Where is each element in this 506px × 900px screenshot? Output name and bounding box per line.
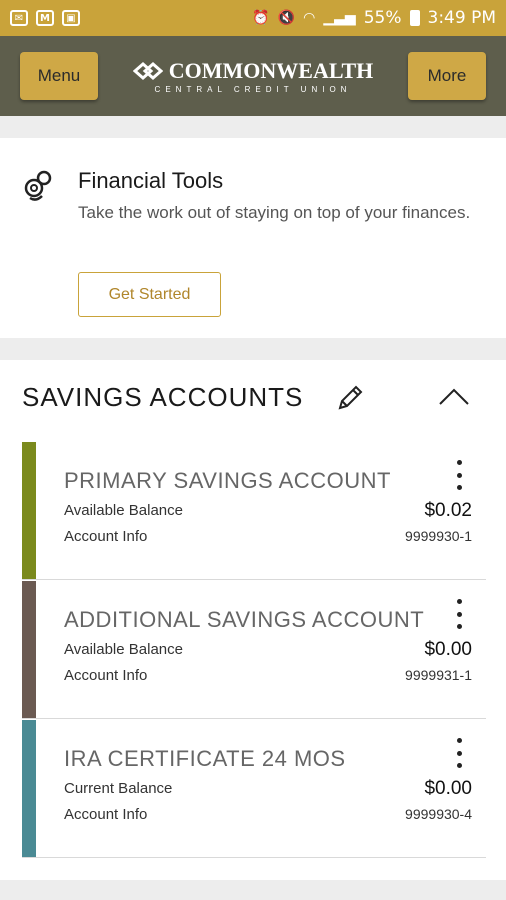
notification-icons: ✉ M ▣ <box>10 10 80 26</box>
financial-tools-card: Financial Tools Take the work out of sta… <box>0 138 506 338</box>
more-button[interactable]: More <box>408 52 486 100</box>
account-balance: $0.00 <box>424 639 472 660</box>
balance-label: Available Balance <box>64 502 183 519</box>
wifi-icon: ◠ <box>303 10 316 26</box>
status-bar: ✉ M ▣ ⏰ 🔇 ◠ ▁▃▅ 55% 3:49 PM <box>0 0 506 36</box>
account-row[interactable]: IRA CERTIFICATE 24 MOS Current Balance A… <box>22 720 486 858</box>
clock: 3:49 PM <box>427 8 497 28</box>
coins-tools-icon <box>24 170 52 201</box>
account-number: 9999930-4 <box>405 806 472 822</box>
chevron-up-icon[interactable] <box>438 386 470 408</box>
alarm-icon: ⏰ <box>252 10 270 26</box>
account-info-label: Account Info <box>64 806 148 823</box>
brand-logo: COMMONWEALTH CENTRAL CREDIT UNION <box>132 58 374 94</box>
balance-label: Current Balance <box>64 780 173 797</box>
account-row[interactable]: ADDITIONAL SAVINGS ACCOUNT Available Bal… <box>22 581 486 719</box>
section-title: SAVINGS ACCOUNTS <box>22 382 304 412</box>
more-vert-icon[interactable] <box>454 599 464 629</box>
account-info-label: Account Info <box>64 528 148 545</box>
account-balance: $0.02 <box>424 500 472 521</box>
brand-mark-icon <box>132 62 163 80</box>
image-icon: ▣ <box>62 10 80 26</box>
account-color-bar <box>22 442 36 579</box>
account-number: 9999930-1 <box>405 528 472 544</box>
more-vert-icon[interactable] <box>454 738 464 768</box>
mute-icon: 🔇 <box>277 10 296 26</box>
mail-icon: ✉ <box>10 10 28 26</box>
account-name: IRA CERTIFICATE 24 MOS <box>64 746 346 771</box>
account-info-label: Account Info <box>64 667 148 684</box>
financial-tools-description: Take the work out of staying on top of y… <box>78 203 471 222</box>
savings-accounts-card: SAVINGS ACCOUNTS PRIMARY SAVINGS ACCOUNT… <box>0 360 506 880</box>
brand-subtitle: CENTRAL CREDIT UNION <box>154 85 352 94</box>
more-vert-icon[interactable] <box>454 460 464 490</box>
account-name: ADDITIONAL SAVINGS ACCOUNT <box>64 607 425 632</box>
balance-label: Available Balance <box>64 641 183 658</box>
app-notification-icon: M <box>36 10 54 26</box>
get-started-button[interactable]: Get Started <box>78 272 221 317</box>
signal-icon: ▁▃▅ <box>323 10 356 26</box>
app-header: Menu COMMONWEALTH CENTRAL CREDIT UNION M… <box>0 36 506 116</box>
battery-percent: 55% <box>363 8 402 28</box>
account-color-bar <box>22 720 36 857</box>
account-number: 9999931-1 <box>405 667 472 683</box>
account-balance: $0.00 <box>424 778 472 799</box>
account-color-bar <box>22 581 36 718</box>
brand-name: COMMONWEALTH <box>168 58 374 83</box>
battery-icon <box>409 10 420 26</box>
pencil-icon[interactable] <box>334 382 366 414</box>
account-name: PRIMARY SAVINGS ACCOUNT <box>64 468 391 493</box>
financial-tools-title: Financial Tools <box>78 168 224 193</box>
menu-button[interactable]: Menu <box>20 52 98 100</box>
account-row[interactable]: PRIMARY SAVINGS ACCOUNT Available Balanc… <box>22 442 486 580</box>
